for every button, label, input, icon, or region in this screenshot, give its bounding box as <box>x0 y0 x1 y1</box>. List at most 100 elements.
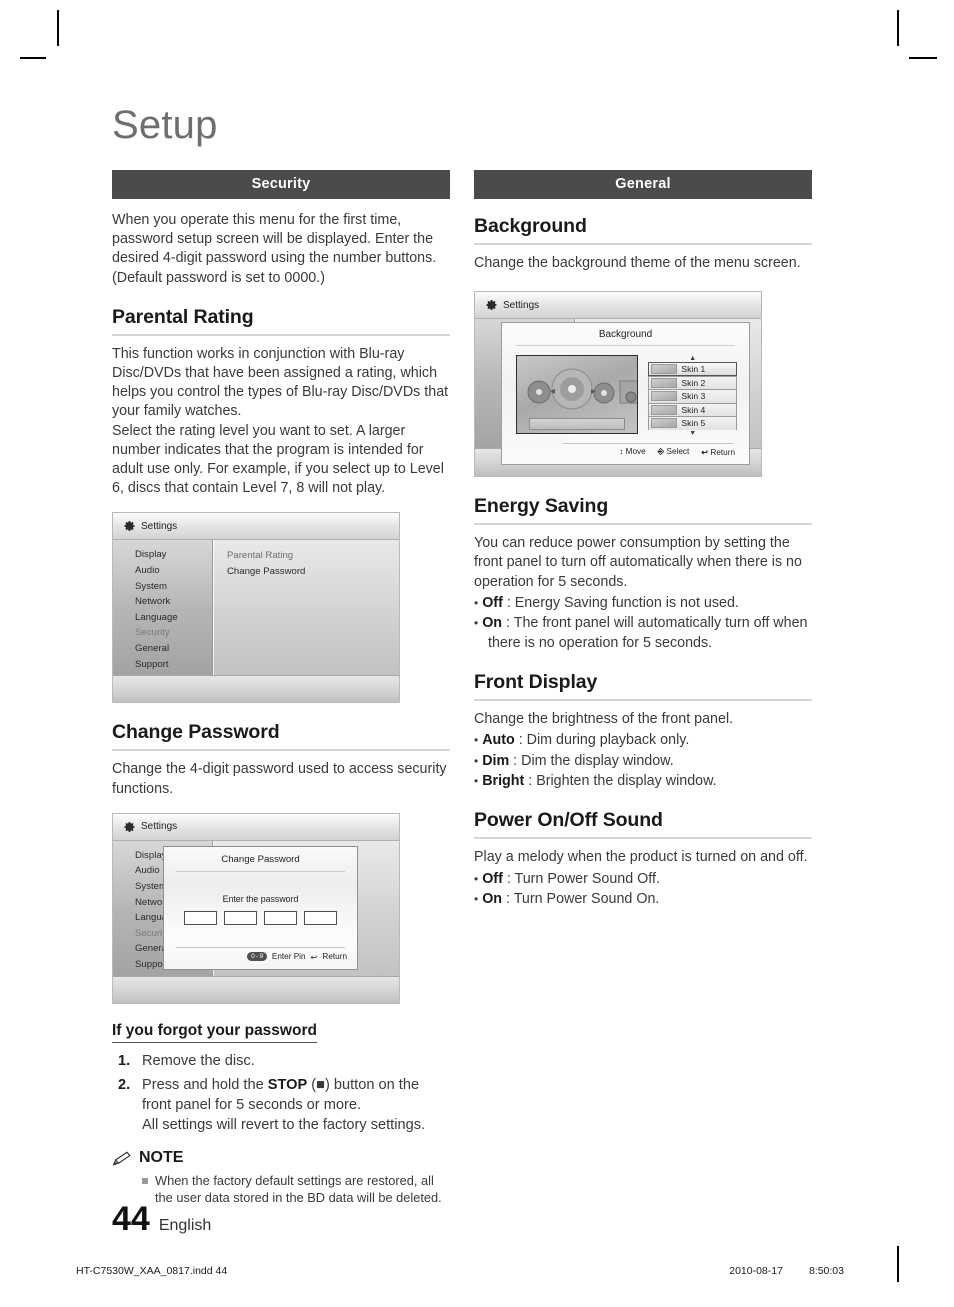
hint-select: ⎆ Select <box>658 447 690 457</box>
front-display-body: Change the brightness of the front panel… <box>474 711 734 728</box>
osd-menu-item-language[interactable]: Language <box>135 610 212 626</box>
forgot-password-steps: 1. Remove the disc. 2. Press and hold th… <box>112 1052 450 1135</box>
skin-item-1[interactable]: Skin 1 <box>648 362 737 376</box>
skin-swatch <box>651 391 678 402</box>
print-time: 8:50:03 <box>808 1265 844 1277</box>
numeric-key-icon: 0 - 9 <box>247 952 267 962</box>
crop-mark-top-left-h <box>20 57 46 59</box>
preview-caption-strip <box>529 418 626 431</box>
osd-window-title: Settings <box>503 299 540 311</box>
note-label: NOTE <box>139 1149 184 1167</box>
osd-body: Display Audio System Network Language Se… <box>113 840 399 1003</box>
skin-item-4[interactable]: Skin 4 <box>648 402 737 417</box>
front-display-options: • Auto : Dim during playback only. • Dim… <box>474 731 812 791</box>
gear-icon <box>124 821 135 832</box>
osd-menu-item-general[interactable]: General <box>135 641 212 657</box>
bullet-dot-icon: • <box>474 733 479 748</box>
hint-return-label: Return <box>710 447 735 457</box>
skin-label: Skin 5 <box>681 418 706 429</box>
dialog-hint-bar: ↕ Move ⎆ Select ↩ Return <box>502 447 735 457</box>
print-date: 2010-08-17 <box>729 1265 783 1277</box>
crop-mark-top-left-v <box>57 10 59 46</box>
osd-menu-item-support[interactable]: Support <box>135 657 212 673</box>
crop-mark-bottom-right-v <box>897 1246 899 1282</box>
osd-menu-list: Display Audio System Network Language Se… <box>113 540 213 676</box>
skin-label: Skin 1 <box>681 363 706 374</box>
change-password-dialog: Change Password Enter the password 0 - 9… <box>163 845 358 970</box>
option-item: • Dim : Dim the display window. <box>474 752 812 771</box>
option-desc: : The front panel will automatically tur… <box>488 615 808 651</box>
skin-item-3[interactable]: Skin 3 <box>648 389 737 403</box>
option-name: On <box>482 615 503 632</box>
skin-scroll-down-icon[interactable]: ▼ <box>648 430 737 437</box>
bullet-dot-icon: • <box>474 616 479 631</box>
osd-footer-bar <box>113 975 399 1003</box>
print-timestamp: 2010-08-17 8:50:03 <box>729 1265 844 1277</box>
pin-digit-2[interactable] <box>224 910 257 925</box>
manual-page: Setup Security When you operate this men… <box>0 0 954 1307</box>
option-item: • Off : Energy Saving function is not us… <box>474 594 812 613</box>
skin-item-5[interactable]: Skin 5 <box>648 416 737 430</box>
skin-scroll-up-icon[interactable]: ▲ <box>648 355 737 362</box>
option-desc: : Dim during playback only. <box>514 732 690 749</box>
option-item: • Off : Turn Power Sound Off. <box>474 870 812 889</box>
hint-select-label: Select <box>666 446 690 456</box>
skin-label: Skin 2 <box>681 377 706 388</box>
osd-menu-item-system[interactable]: System <box>135 579 212 595</box>
crop-mark-top-right-h <box>909 57 937 59</box>
osd-background-screenshot: Settings Background ◂ ▸ ▲ Skin 1 Skin 2 … <box>474 291 762 478</box>
skin-swatch <box>651 418 678 429</box>
heading-parental-rating: Parental Rating <box>112 306 450 336</box>
hint-move: ↕ Move <box>619 447 645 457</box>
left-column: Security When you operate this menu for … <box>112 170 450 1206</box>
osd-body: Background ◂ ▸ ▲ Skin 1 Skin 2 Skin 3 Sk… <box>475 319 761 477</box>
bullet-square-icon <box>142 1177 148 1184</box>
option-name: Off <box>482 594 503 611</box>
option-item: • Auto : Dim during playback only. <box>474 731 812 750</box>
power-sound-body: Play a melody when the product is turned… <box>474 849 808 866</box>
option-name: Bright <box>482 773 525 790</box>
svg-text:◂: ◂ <box>550 386 555 397</box>
print-file-info: HT-C7530W_XAA_0817.indd 44 <box>76 1265 228 1277</box>
page-number-block: 44 English <box>112 1200 211 1239</box>
move-arrows-icon: ↕ <box>619 446 624 456</box>
dialog-hint-bar: 0 - 9 Enter Pin ↩ Return <box>174 952 347 962</box>
background-chooser: ◂ ▸ ▲ Skin 1 Skin 2 Skin 3 Skin 4 Skin 5… <box>502 346 749 437</box>
pin-digit-1[interactable] <box>184 910 217 925</box>
skin-item-2[interactable]: Skin 2 <box>648 375 737 390</box>
osd-menu-item-network[interactable]: Network <box>135 594 212 610</box>
osd-menu-item-security[interactable]: Security <box>135 625 212 641</box>
option-item: • On : The front panel will automaticall… <box>474 614 812 653</box>
osd-window-title: Settings <box>141 520 178 532</box>
return-arrow-icon: ↩ <box>310 952 318 962</box>
step-item: 1. Remove the disc. <box>112 1052 450 1072</box>
pin-digit-3[interactable] <box>264 910 297 925</box>
skin-swatch <box>651 363 678 374</box>
disc-artwork-icon: ◂ ▸ <box>527 368 638 410</box>
osd-row-change-password[interactable]: Change Password <box>227 564 399 580</box>
change-password-body: Change the 4-digit password used to acce… <box>112 761 447 797</box>
osd-row-parental-rating[interactable]: Parental Rating <box>227 548 399 564</box>
pencil-icon <box>112 1151 131 1166</box>
osd-menu-item-audio[interactable]: Audio <box>135 563 212 579</box>
heading-power-on-off-sound: Power On/Off Sound <box>474 809 812 840</box>
heading-energy-saving: Energy Saving <box>474 495 812 526</box>
gear-icon <box>124 521 135 532</box>
step-text: Remove the disc. <box>142 1052 255 1069</box>
pin-digit-4[interactable] <box>304 910 337 925</box>
skin-label: Skin 4 <box>681 404 706 415</box>
enter-icon: ⎆ <box>657 446 665 456</box>
bullet-dot-icon: • <box>474 774 479 789</box>
page-language: English <box>158 1217 212 1234</box>
osd-change-password-screenshot: Settings Display Audio System Network La… <box>112 812 400 1004</box>
pin-field-group <box>164 910 357 925</box>
osd-menu-item-display[interactable]: Display <box>135 547 212 563</box>
option-desc: : Turn Power Sound On. <box>502 891 660 908</box>
option-desc: : Turn Power Sound Off. <box>502 870 660 887</box>
heading-background: Background <box>474 215 812 245</box>
security-intro-text: When you operate this menu for the first… <box>112 212 437 286</box>
gear-icon <box>486 300 497 311</box>
option-desc: : Brighten the display window. <box>524 773 717 790</box>
background-preview: ◂ ▸ <box>516 355 639 435</box>
osd-content-pane: Parental Rating Change Password ✓ Off 8(… <box>214 540 399 676</box>
